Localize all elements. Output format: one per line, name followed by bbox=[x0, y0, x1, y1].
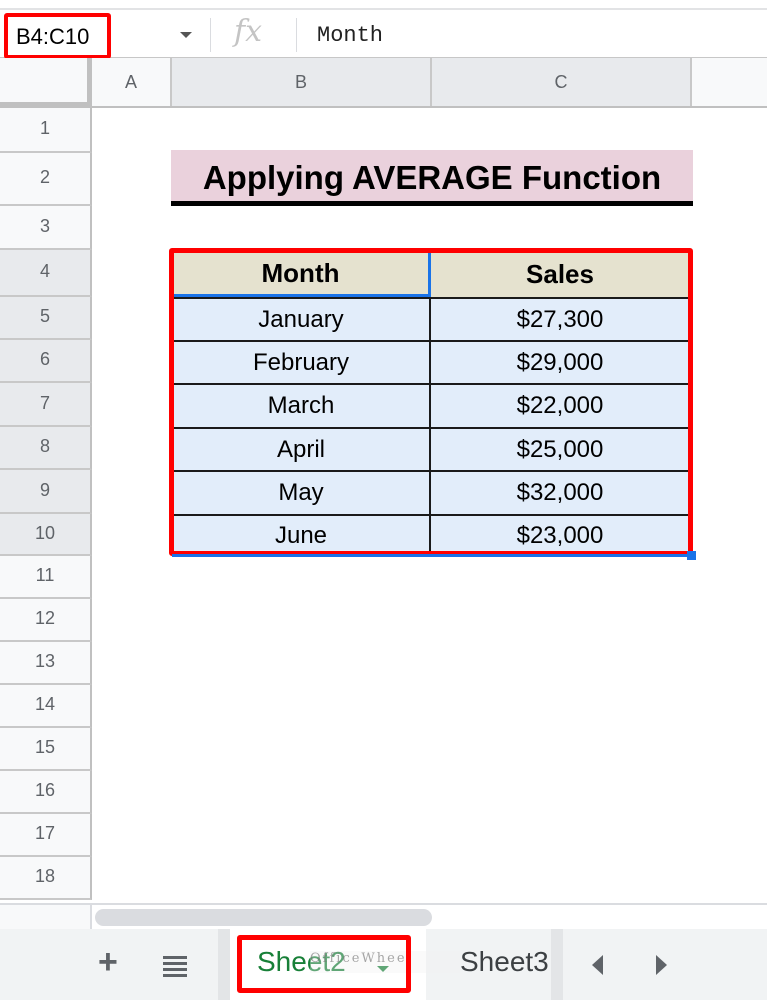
column-header-a[interactable]: A bbox=[92, 58, 172, 106]
fill-handle[interactable] bbox=[687, 551, 696, 560]
divider bbox=[296, 18, 297, 52]
fx-icon: fx bbox=[234, 14, 263, 49]
row-header-9[interactable]: 9 bbox=[0, 470, 92, 514]
row-header-3[interactable]: 3 bbox=[0, 206, 92, 250]
all-sheets-menu-icon[interactable] bbox=[163, 956, 187, 980]
scroll-tabs-right-icon[interactable] bbox=[656, 955, 667, 975]
divider bbox=[210, 18, 211, 52]
scroll-corner bbox=[0, 905, 92, 929]
scroll-tabs-left-icon[interactable] bbox=[592, 955, 603, 975]
row-header-11[interactable]: 11 bbox=[0, 556, 92, 599]
select-all-corner[interactable] bbox=[0, 58, 92, 106]
row-header-5[interactable]: 5 bbox=[0, 297, 92, 340]
row-header-14[interactable]: 14 bbox=[0, 685, 92, 728]
row-header-12[interactable]: 12 bbox=[0, 599, 92, 642]
row-header-17[interactable]: 17 bbox=[0, 814, 92, 857]
formula-bar: B4:C10 fx Month bbox=[0, 8, 767, 59]
column-header-b[interactable]: B bbox=[172, 58, 432, 106]
column-header-d[interactable] bbox=[692, 58, 767, 106]
row-header-2[interactable]: 2 bbox=[0, 153, 92, 206]
row-header-8[interactable]: 8 bbox=[0, 427, 92, 470]
name-box-dropdown-icon[interactable] bbox=[180, 32, 192, 38]
row-header-13[interactable]: 13 bbox=[0, 642, 92, 685]
column-headers: A B C bbox=[0, 58, 767, 108]
horizontal-scroll-area bbox=[0, 903, 767, 929]
row-header-10[interactable]: 10 bbox=[0, 514, 92, 556]
row-header-4[interactable]: 4 bbox=[0, 250, 92, 297]
range-highlight bbox=[169, 248, 693, 556]
divider bbox=[218, 929, 230, 1000]
sheet-title[interactable]: Applying AVERAGE Function bbox=[171, 150, 693, 206]
horizontal-scrollbar[interactable] bbox=[95, 909, 432, 926]
formula-input[interactable]: Month bbox=[317, 23, 383, 48]
tab-sheet3[interactable]: Sheet3 bbox=[460, 946, 549, 978]
name-box[interactable]: B4:C10 bbox=[4, 13, 111, 59]
row-header-1[interactable]: 1 bbox=[0, 108, 92, 153]
row-header-15[interactable]: 15 bbox=[0, 728, 92, 771]
tab-highlight bbox=[237, 935, 411, 993]
column-header-c[interactable]: C bbox=[432, 58, 692, 106]
row-header-6[interactable]: 6 bbox=[0, 340, 92, 383]
row-header-18[interactable]: 18 bbox=[0, 857, 92, 900]
selection-border bbox=[172, 554, 690, 557]
spreadsheet-window: B4:C10 fx Month A B C 1 2 3 4 5 6 7 8 9 10 11 12 13 1… bbox=[0, 0, 767, 1000]
divider bbox=[551, 929, 563, 1000]
row-header-7[interactable]: 7 bbox=[0, 383, 92, 427]
add-sheet-button[interactable]: + bbox=[98, 945, 118, 979]
row-header-16[interactable]: 16 bbox=[0, 771, 92, 814]
